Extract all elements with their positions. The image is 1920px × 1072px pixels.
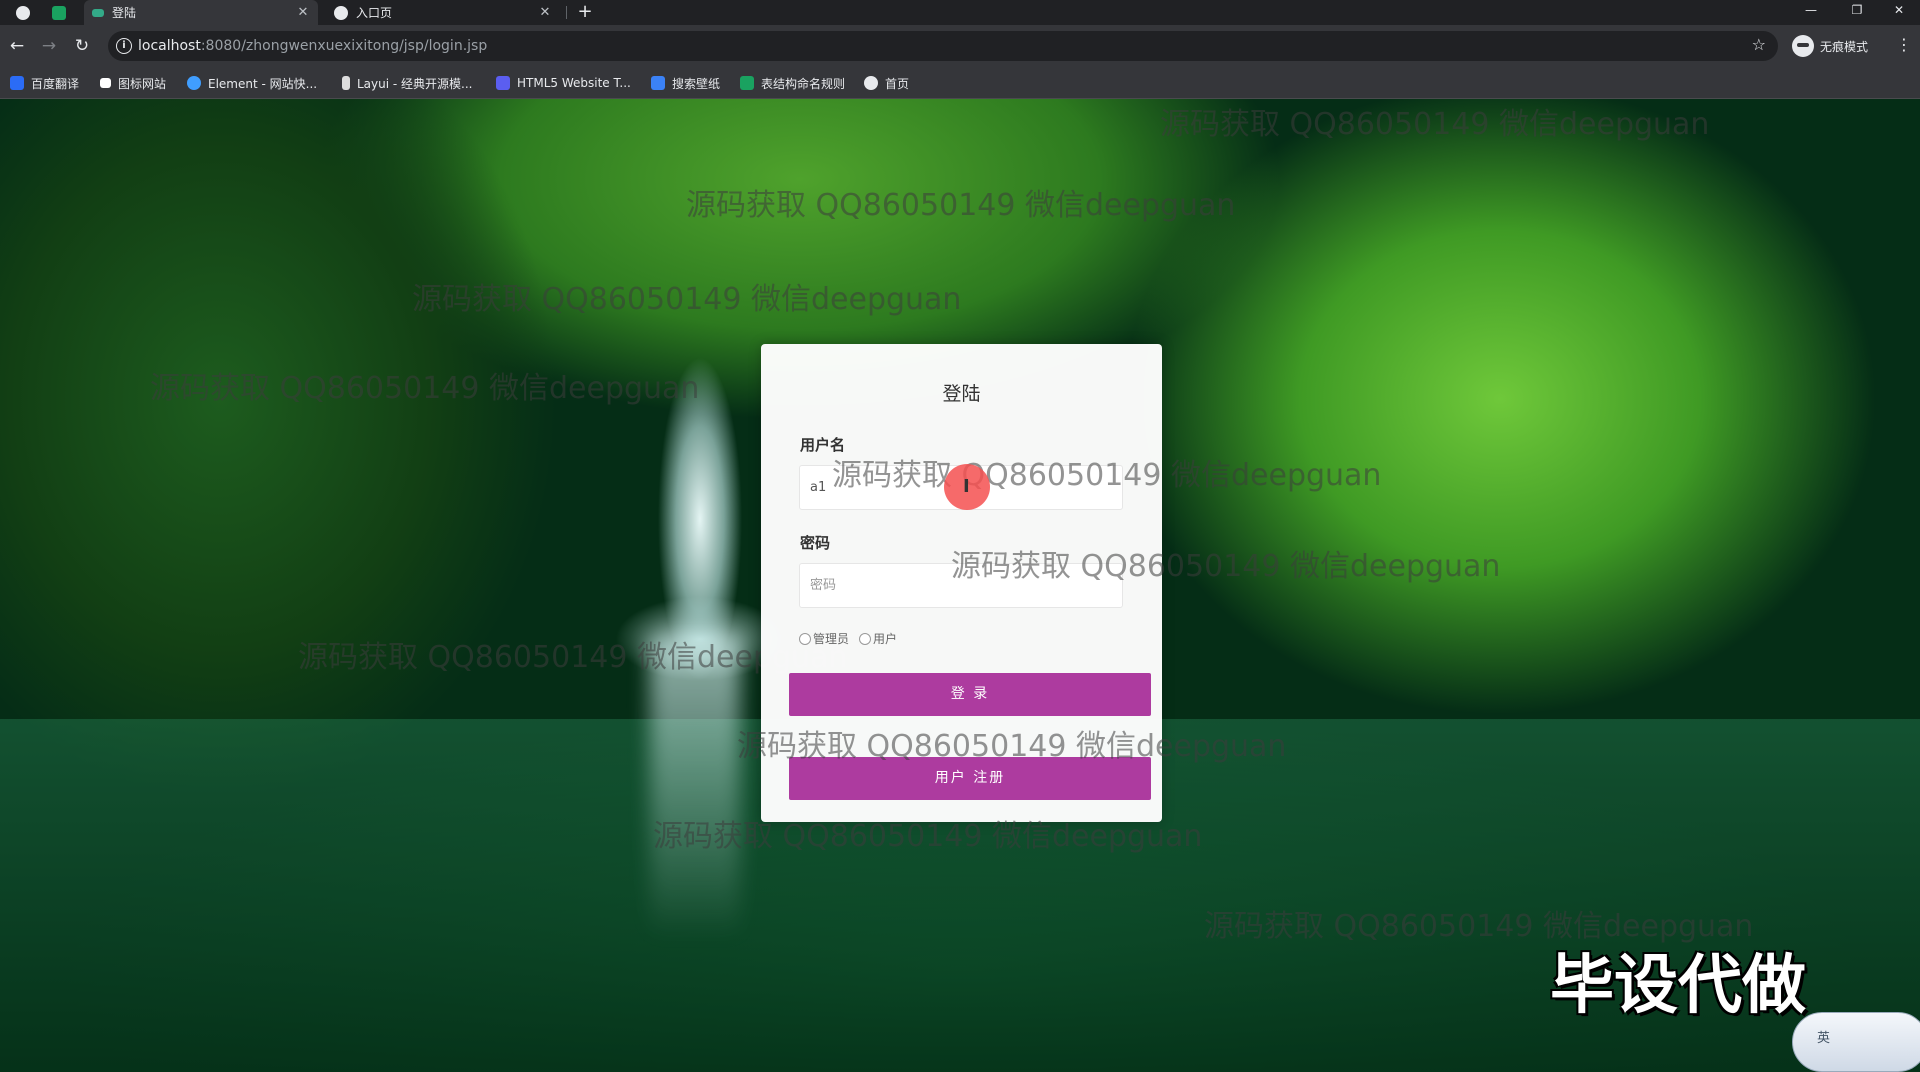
wallpaper-icon [651, 76, 665, 90]
ime-label: 英 [1817, 1031, 1831, 1046]
waterfall-reflection [650, 639, 740, 939]
globe-icon [864, 76, 878, 90]
new-tab-button[interactable]: + [574, 0, 596, 25]
bookmark-item[interactable]: HTML5 Website T... [496, 75, 631, 91]
close-window-button[interactable]: ✕ [1876, 0, 1920, 25]
login-page-background: 源码获取 QQ86050149 微信deepguan 源码获取 QQ860501… [0, 99, 1920, 1072]
bookmark-label: 表结构命名规则 [761, 76, 846, 91]
tab-entry[interactable]: 入口页 ✕ [326, 0, 560, 25]
role-user-radio[interactable] [859, 632, 872, 645]
html5-icon [496, 76, 510, 90]
address-bar[interactable]: i localhost:8080/zhongwenxuexixitong/jsp… [108, 31, 1778, 61]
chrome-menu-icon[interactable] [10, 0, 38, 25]
close-icon[interactable]: ✕ [294, 5, 312, 20]
bookmarks-bar: 百度翻译 图标网站 Element - 网站快... Layui - 经典开源模… [0, 67, 1920, 99]
watermark-text: 源码获取 QQ86050149 微信deepguan [150, 371, 700, 406]
bookmark-label: Layui - 经典开源模... [357, 76, 473, 91]
watermark-text: 源码获取 QQ86050149 微信deepguan [832, 458, 1382, 493]
bookmark-item[interactable]: 搜索壁纸 [651, 75, 720, 91]
sheet-icon [740, 76, 754, 90]
bookmark-item[interactable]: 首页 [864, 75, 909, 91]
element-icon [187, 76, 201, 90]
bookmark-star-icon[interactable]: ☆ [1752, 35, 1766, 54]
bookmark-label: 搜索壁纸 [672, 76, 721, 91]
incognito-profile[interactable]: 无痕模式 [1792, 33, 1868, 59]
browser-toolbar: ← → ↻ i localhost:8080/zhongwenxuexixito… [0, 25, 1920, 67]
bookmark-label: 百度翻译 [31, 76, 80, 91]
bookmark-item[interactable]: 百度翻译 [10, 75, 79, 91]
url-text[interactable]: localhost:8080/zhongwenxuexixitong/jsp/l… [138, 38, 487, 54]
watermark-text: 源码获取 QQ86050149 微信deepguan [951, 549, 1501, 584]
tab-favicon-icon [92, 8, 104, 17]
globe-icon [334, 5, 348, 20]
bookmark-label: HTML5 Website T... [517, 76, 631, 90]
bookmark-item[interactable]: 表结构命名规则 [740, 75, 845, 91]
forward-button[interactable]: → [38, 35, 60, 57]
role-selector: 管理员 用户 [799, 630, 897, 647]
role-user-label: 用户 [873, 632, 898, 646]
tab-login[interactable]: 登陆 ✕ [84, 0, 318, 25]
watermark-text: 源码获取 QQ86050149 微信deepguan [686, 188, 1236, 223]
tab-title: 登陆 [112, 6, 137, 20]
sheet-icon [52, 5, 66, 20]
password-label: 密码 [800, 534, 831, 552]
role-admin-label: 管理员 [813, 632, 850, 646]
restore-button[interactable]: ❐ [1834, 0, 1880, 25]
text-cursor-icon: I [963, 476, 970, 497]
reload-button[interactable]: ↻ [71, 35, 93, 57]
watermark-text: 源码获取 QQ86050149 微信deepguan [737, 729, 1287, 764]
browser-tab-bar: 登陆 ✕ 入口页 ✕ + — ❐ ✕ [0, 0, 1920, 25]
layui-icon [342, 76, 350, 90]
bookmark-item[interactable]: Element - 网站快... [187, 75, 317, 91]
bookmark-label: 图标网站 [118, 76, 167, 91]
minimize-button[interactable]: — [1788, 0, 1834, 25]
translate-icon [10, 76, 24, 90]
back-button[interactable]: ← [6, 35, 28, 57]
watermark-text: 源码获取 QQ86050149 微信deepguan [1160, 107, 1710, 142]
login-button[interactable]: 登 录 [789, 673, 1151, 716]
overlay-banner: 毕设代做 [1550, 949, 1806, 1023]
watermark-text: 源码获取 QQ86050149 微信deepguan [412, 282, 962, 317]
login-title: 登陆 [942, 383, 981, 405]
url-host: localhost [138, 38, 201, 54]
more-menu-icon[interactable]: ⋮ [1896, 35, 1912, 54]
ime-indicator[interactable]: 英 [1792, 1012, 1920, 1072]
close-icon[interactable]: ✕ [536, 5, 554, 20]
bookmark-item[interactable]: Layui - 经典开源模... [342, 75, 472, 91]
bookmark-item[interactable]: 图标网站 [100, 75, 166, 91]
profile-label: 无痕模式 [1820, 39, 1869, 54]
incognito-icon [1792, 35, 1814, 57]
watermark-text: 源码获取 QQ86050149 微信deepguan [653, 819, 1203, 854]
tab-separator [566, 6, 567, 19]
tab-title: 入口页 [356, 6, 393, 20]
bookmark-label: Element - 网站快... [208, 76, 318, 91]
pinned-tab[interactable] [44, 0, 74, 25]
role-admin-radio[interactable] [799, 632, 811, 645]
url-path: :8080/zhongwenxuexixitong/jsp/login.jsp [200, 38, 488, 54]
site-info-icon[interactable]: i [116, 38, 132, 54]
bookmark-label: 首页 [885, 76, 910, 91]
flag-icon [100, 78, 111, 88]
